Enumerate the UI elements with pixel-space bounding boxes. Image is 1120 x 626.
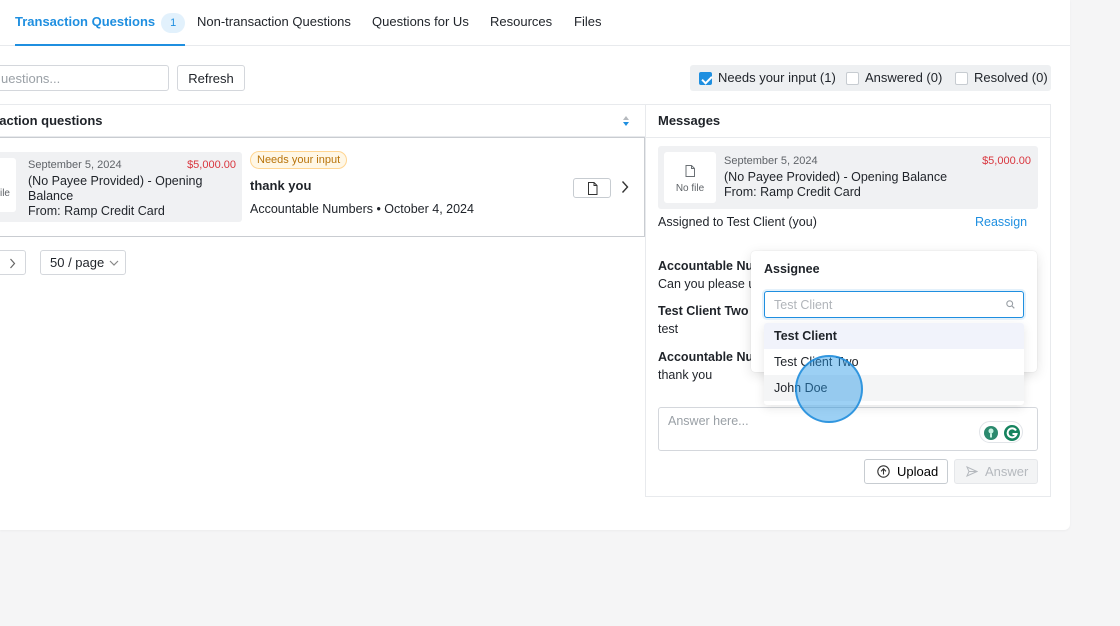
file-label: No file [675, 183, 705, 194]
message-author: Test Client Two [658, 304, 749, 318]
next-page-button[interactable] [0, 250, 26, 275]
assignment-text: Assigned to Test Client (you) [658, 215, 817, 229]
checkbox-checked-icon[interactable] [699, 72, 712, 85]
grammarly-icon [984, 425, 1020, 441]
chevron-down-icon [109, 260, 119, 266]
tab-transaction-questions[interactable]: Transaction Questions 1 [15, 0, 186, 46]
message-author: Accountable Nur [658, 350, 759, 364]
tab-bar: Transaction Questions 1 Non-transaction Q… [0, 0, 1070, 46]
sort-icon[interactable] [622, 115, 630, 127]
assignee-option-test-client[interactable]: Test Client [764, 323, 1024, 349]
answer-label: Answer [985, 464, 1029, 479]
filter-label: Answered (0) [865, 70, 943, 85]
question-meta: Accountable Numbers • October 4, 2024 [250, 202, 474, 216]
status-filters: Needs your input (1) Answered (0) Resolv… [690, 65, 1051, 91]
assignee-option-test-client-two[interactable]: Test Client Two [764, 349, 1024, 375]
document-icon [588, 182, 598, 195]
page-size-select[interactable]: 50 / page [40, 250, 126, 275]
status-badge: Needs your input [250, 151, 348, 169]
filter-resolved[interactable]: Resolved (0) [955, 65, 1048, 91]
upload-label: Upload [897, 464, 939, 479]
transaction-date: September 5, 2024 [28, 159, 122, 171]
tab-label: Transaction Questions [15, 14, 156, 29]
page-size-value: 50 / page [50, 255, 105, 270]
checkbox-icon[interactable] [846, 72, 859, 85]
table-row[interactable]: ile September 5, 2024 $5,000.00 (No Paye… [0, 137, 645, 237]
transaction-summary: ile September 5, 2024 $5,000.00 (No Paye… [0, 152, 242, 222]
checkbox-icon[interactable] [955, 72, 968, 85]
document-icon [685, 165, 695, 177]
upload-icon [877, 465, 890, 478]
tab-resources[interactable]: Resources [490, 0, 552, 46]
assignee-search-input[interactable] [764, 291, 1024, 318]
extension-icons[interactable] [979, 421, 1023, 443]
transaction-description: (No Payee Provided) - Opening Balance [724, 170, 948, 184]
file-thumbnail: No file [664, 152, 716, 203]
chevron-right-icon [10, 258, 16, 269]
send-icon [966, 466, 978, 477]
transaction-amount: $5,000.00 [187, 159, 236, 171]
reassign-link[interactable]: Reassign [975, 215, 1027, 229]
assignee-options-list: Test Client Test Client Two John Doe [764, 323, 1024, 405]
chevron-right-icon[interactable] [620, 180, 630, 194]
transaction-source: From: Ramp Credit Card [28, 204, 165, 218]
transaction-summary: No file September 5, 2024 $5,000.00 (No … [658, 146, 1038, 209]
filter-label: Needs your input (1) [718, 70, 836, 85]
filter-answered[interactable]: Answered (0) [846, 65, 942, 91]
message-body: thank you [658, 368, 713, 382]
messages-header: Messages [646, 105, 1050, 138]
list-title: saction questions [0, 113, 103, 128]
list-header: saction questions [0, 104, 645, 137]
tab-non-transaction-questions[interactable]: Non-transaction Questions [197, 0, 351, 46]
question-text: thank you [250, 178, 312, 193]
tab-count-badge: 1 [161, 13, 186, 33]
answer-button[interactable]: Answer [954, 459, 1038, 484]
transaction-amount: $5,000.00 [982, 155, 1031, 167]
tab-files[interactable]: Files [574, 0, 601, 46]
filter-label: Resolved (0) [974, 70, 1048, 85]
refresh-button[interactable]: Refresh [177, 65, 245, 91]
assignee-option-john-doe[interactable]: John Doe [764, 375, 1024, 401]
tab-questions-for-us[interactable]: Questions for Us [372, 0, 469, 46]
filter-needs-input[interactable]: Needs your input (1) [699, 65, 836, 91]
transaction-date: September 5, 2024 [724, 155, 818, 167]
upload-button[interactable]: Upload [864, 459, 948, 484]
attachment-button[interactable] [573, 178, 611, 198]
message-author: Accountable Nur [658, 259, 759, 273]
file-thumbnail: ile [0, 158, 16, 212]
popover-title: Assignee [764, 262, 820, 276]
transaction-source: From: Ramp Credit Card [724, 185, 861, 199]
message-body: Can you please u [658, 277, 756, 291]
search-icon [1006, 300, 1015, 309]
messages-title: Messages [658, 113, 721, 128]
search-input[interactable] [0, 65, 169, 91]
transaction-description: (No Payee Provided) - Opening Balance [28, 174, 203, 203]
message-body: test [658, 322, 679, 336]
